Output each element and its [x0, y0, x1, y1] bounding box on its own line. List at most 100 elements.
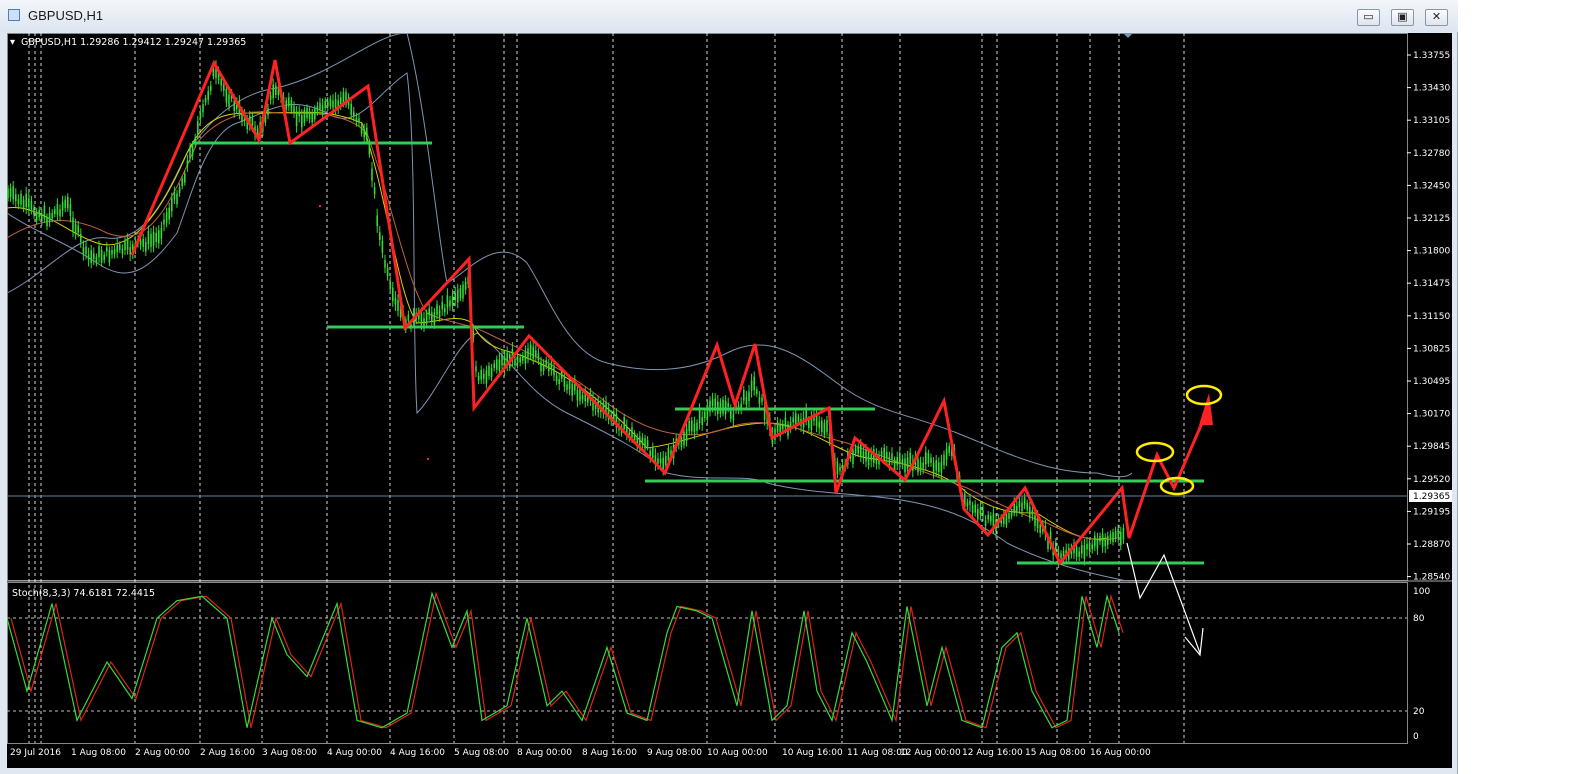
candle-body [290, 100, 293, 111]
candle-body [743, 389, 745, 401]
candle-body [550, 362, 553, 369]
candle-body [298, 111, 300, 116]
candle-body [329, 98, 332, 107]
candle-body [204, 98, 207, 103]
candle-body [56, 203, 59, 215]
candle-body [22, 199, 25, 209]
candle-body [301, 115, 303, 128]
price-axis-label: 1.33105 [1413, 116, 1450, 126]
candle-body [275, 85, 277, 95]
price-axis-label: 1.28870 [1413, 540, 1450, 550]
candle-body [644, 438, 646, 449]
time-axis-label: 8 Aug 00:00 [517, 748, 572, 758]
candle-body [316, 106, 319, 112]
candle-body [376, 215, 378, 227]
candle-body [54, 209, 56, 215]
stoch-level-80: 80 [1413, 614, 1425, 624]
candle-body [966, 502, 969, 507]
candle-body [558, 379, 560, 384]
close-button[interactable]: ✕ [1425, 9, 1448, 26]
candle-body [784, 417, 787, 428]
candle-body [490, 367, 493, 378]
candle-body [501, 354, 503, 366]
candle-body [488, 365, 490, 377]
candle-body [860, 444, 862, 457]
candle-body [425, 312, 428, 324]
candle-body [1034, 515, 1036, 526]
candle-body [555, 375, 558, 382]
candle-body [1018, 501, 1021, 508]
candle-body [761, 397, 763, 402]
chart-window-icon [8, 9, 20, 21]
candle-body [197, 121, 199, 135]
price-axis-label: 1.32450 [1413, 181, 1450, 191]
candle-body [428, 308, 430, 316]
candle-body [267, 107, 269, 116]
time-axis-label: 12 Aug 00:00 [900, 748, 961, 758]
price-axis-label: 1.30170 [1413, 410, 1450, 420]
candle-body [77, 225, 79, 233]
candle-body [805, 410, 807, 419]
price-axis-label: 1.28540 [1413, 573, 1450, 583]
restore-button[interactable]: ▣ [1391, 9, 1414, 26]
candle-body [857, 446, 859, 454]
candle-body [1023, 497, 1026, 505]
candle-body [373, 187, 376, 195]
candle-body [67, 196, 69, 209]
candle-body [925, 452, 927, 465]
candle-body [571, 383, 573, 396]
candle-body [1083, 545, 1086, 560]
candle-body [368, 142, 371, 155]
candle-body [165, 212, 168, 223]
candle-body [457, 289, 459, 303]
candle-body [1120, 531, 1122, 546]
minimize-button[interactable]: ▭ [1357, 9, 1380, 26]
candle-body [665, 455, 667, 465]
candle-body [139, 240, 142, 245]
candle-body [251, 117, 254, 126]
chart-header-arrow: ▾ [10, 37, 15, 48]
price-axis-label: 1.29845 [1413, 442, 1450, 452]
candle-body [431, 312, 433, 323]
candle-body [181, 179, 183, 187]
time-axis-label: 8 Aug 16:00 [582, 748, 637, 758]
candle-body [886, 452, 888, 459]
candle-body [982, 510, 984, 515]
candle-body [1008, 513, 1010, 519]
candle-body [186, 160, 189, 167]
zigzag-trendline [130, 59, 1204, 566]
candle-body [758, 397, 761, 404]
candle-body [683, 431, 685, 446]
candle-body [698, 409, 701, 423]
candle-body [100, 250, 103, 263]
candle-body [540, 361, 542, 372]
candle-body [350, 103, 352, 115]
time-axis-label: 16 Aug 00:00 [1090, 748, 1151, 758]
candle-body [904, 458, 906, 473]
candle-body [303, 109, 306, 123]
candle-body [498, 359, 501, 371]
candle-body [522, 355, 524, 361]
candle-body [321, 105, 324, 115]
candle-body [948, 445, 950, 453]
price-axis-label: 1.29520 [1413, 475, 1450, 485]
candle-body [1075, 546, 1078, 557]
candle-body [150, 233, 152, 247]
candle-body [462, 284, 464, 299]
candle-body [745, 396, 748, 405]
candle-body [727, 402, 729, 407]
candle-body [906, 457, 909, 469]
stoch-main-line [6, 591, 1120, 729]
shift-marker-icon[interactable] [1123, 33, 1133, 38]
candle-body [389, 280, 391, 290]
candle-body [945, 448, 948, 460]
candle-body [532, 346, 534, 359]
candle-body [548, 364, 550, 371]
candle-body [17, 199, 20, 205]
window-title-bar[interactable]: GBPUSD,H1 ▭ ▣ ✕ [0, 0, 1458, 32]
candle-body [423, 318, 425, 326]
candle-body [646, 440, 649, 447]
candle-body [272, 84, 274, 99]
chart-area[interactable]: ▾ GBPUSD,H1 1.29286 1.29412 1.29247 1.29… [6, 32, 1452, 768]
candle-body [360, 126, 363, 134]
